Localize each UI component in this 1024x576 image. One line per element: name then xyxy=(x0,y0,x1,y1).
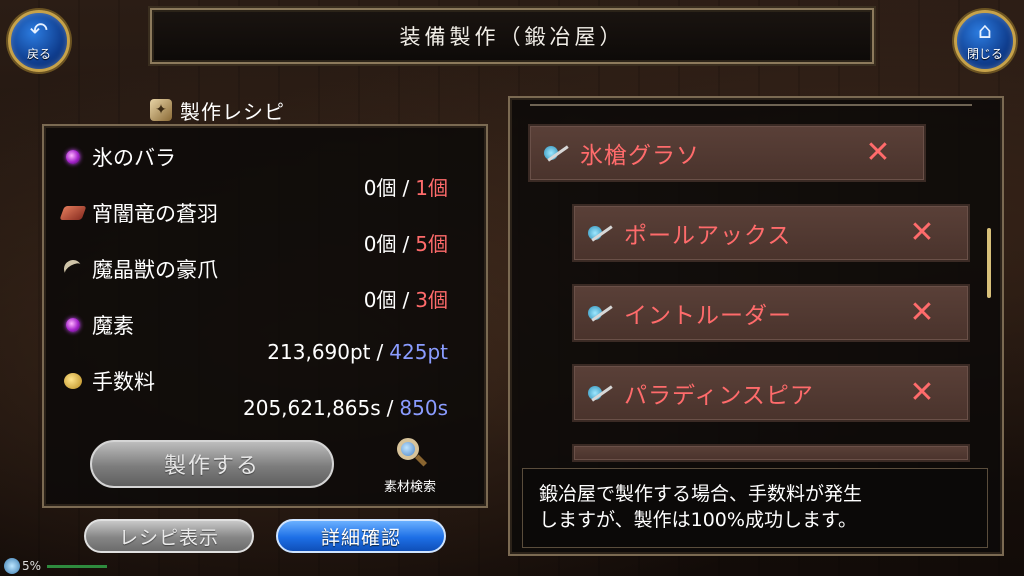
remove-icon[interactable]: ✕ xyxy=(906,378,938,410)
material-name: 魔晶獣の豪爪 xyxy=(92,258,218,282)
status-indicator: 5% xyxy=(4,558,108,574)
qty-separator: / xyxy=(402,288,410,312)
material-name: 氷のバラ xyxy=(92,146,176,170)
magnifier-icon xyxy=(395,438,428,468)
remove-icon[interactable]: ✕ xyxy=(906,298,938,330)
material-owned: 0個 xyxy=(363,232,397,256)
home-icon: ⌂ xyxy=(978,18,992,44)
item-name: ポールアックス xyxy=(624,223,792,249)
material-required: 5個 xyxy=(415,232,448,256)
material-item: 手数料 205,621,865s/850s xyxy=(62,366,462,420)
divider xyxy=(530,104,972,106)
close-button[interactable]: ⌂ 閉じる xyxy=(954,10,1016,72)
remove-icon[interactable]: ✕ xyxy=(862,138,894,170)
item-row[interactable]: ポールアックス ✕ xyxy=(572,204,970,262)
material-item: 氷のバラ 0個/1個 xyxy=(62,142,462,200)
material-required: 850s xyxy=(399,396,448,420)
qty-separator: / xyxy=(402,232,410,256)
qty-separator: / xyxy=(402,176,410,200)
material-owned: 213,690pt xyxy=(267,340,371,364)
material-required: 425pt xyxy=(389,340,448,364)
craft-button[interactable]: 製作する xyxy=(90,440,334,488)
item-row-partial[interactable] xyxy=(572,444,970,462)
page-title: 装備製作（鍛冶屋） xyxy=(399,25,625,49)
material-required: 3個 xyxy=(415,288,448,312)
item-row[interactable]: パラディンスピア ✕ xyxy=(572,364,970,422)
qty-separator: / xyxy=(386,396,394,420)
status-percent: 5% xyxy=(22,559,42,573)
spear-icon xyxy=(588,302,614,324)
close-button-label: 閉じる xyxy=(966,46,1003,61)
material-name: 魔素 xyxy=(92,314,134,338)
material-owned: 0個 xyxy=(363,288,397,312)
item-row-main[interactable]: 氷槍グラソ ✕ xyxy=(528,124,926,182)
material-item: 魔素 213,690pt/425pt xyxy=(62,310,462,364)
material-required: 1個 xyxy=(415,176,448,200)
purple-orb-icon xyxy=(62,146,84,168)
description-line: 鍛冶屋で製作する場合、手数料が発生 xyxy=(539,483,863,505)
spear-icon xyxy=(588,222,614,244)
description-line: しますが、製作は100%成功します。 xyxy=(539,509,858,531)
item-row[interactable]: イントルーダー ✕ xyxy=(572,284,970,342)
dragon-feather-icon xyxy=(59,202,87,224)
spear-icon xyxy=(544,142,570,164)
spear-icon xyxy=(588,382,614,404)
remove-icon[interactable]: ✕ xyxy=(906,218,938,250)
status-bar xyxy=(47,564,108,568)
description-box: 鍛冶屋で製作する場合、手数料が発生 しますが、製作は100%成功します。 xyxy=(522,468,988,548)
back-button-label: 戻る xyxy=(26,46,51,61)
status-icon xyxy=(4,558,20,574)
recipe-title: 製作レシピ xyxy=(180,99,285,124)
item-name: イントルーダー xyxy=(624,303,792,329)
material-item: 宵闇竜の蒼羽 0個/5個 xyxy=(59,198,462,256)
item-name: パラディンスピア xyxy=(624,383,814,409)
material-name: 宵闇竜の蒼羽 xyxy=(92,202,218,226)
recipe-header: ✦ 製作レシピ xyxy=(150,94,285,126)
title-bar: 装備製作（鍛冶屋） xyxy=(150,8,874,64)
recipe-book-icon: ✦ xyxy=(150,99,172,121)
beast-claw-icon xyxy=(60,256,86,282)
purple-orb-icon xyxy=(62,314,84,336)
material-search-label: 素材検索 xyxy=(383,480,436,495)
item-name: 氷槍グラソ xyxy=(580,143,700,169)
item-list-scrollbar[interactable] xyxy=(987,228,991,298)
back-button[interactable]: ↶ 戻る xyxy=(8,10,70,72)
material-name: 手数料 xyxy=(92,370,155,394)
qty-separator: / xyxy=(376,340,384,364)
material-item: 魔晶獣の豪爪 0個/3個 xyxy=(60,254,462,312)
material-owned: 0個 xyxy=(363,176,397,200)
back-arrow-icon: ↶ xyxy=(29,18,49,44)
recipe-view-button[interactable]: レシピ表示 xyxy=(84,519,254,553)
material-owned: 205,621,865s xyxy=(243,396,381,420)
detail-button[interactable]: 詳細確認 xyxy=(276,519,446,553)
material-search-button[interactable]: 素材検索 xyxy=(370,438,450,498)
coin-icon xyxy=(62,370,84,392)
